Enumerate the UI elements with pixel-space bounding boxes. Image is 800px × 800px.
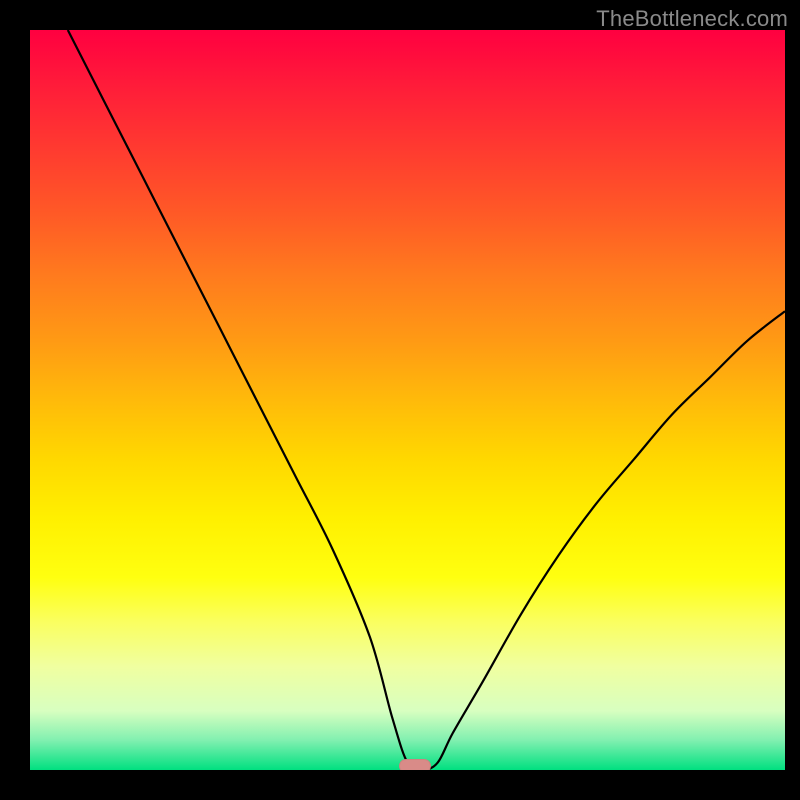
min-marker [399,759,431,770]
plot-area [30,30,785,770]
bottleneck-curve-path [68,30,785,770]
chart-frame: TheBottleneck.com [0,0,800,800]
curve-svg [30,30,785,770]
watermark-text: TheBottleneck.com [596,6,788,32]
